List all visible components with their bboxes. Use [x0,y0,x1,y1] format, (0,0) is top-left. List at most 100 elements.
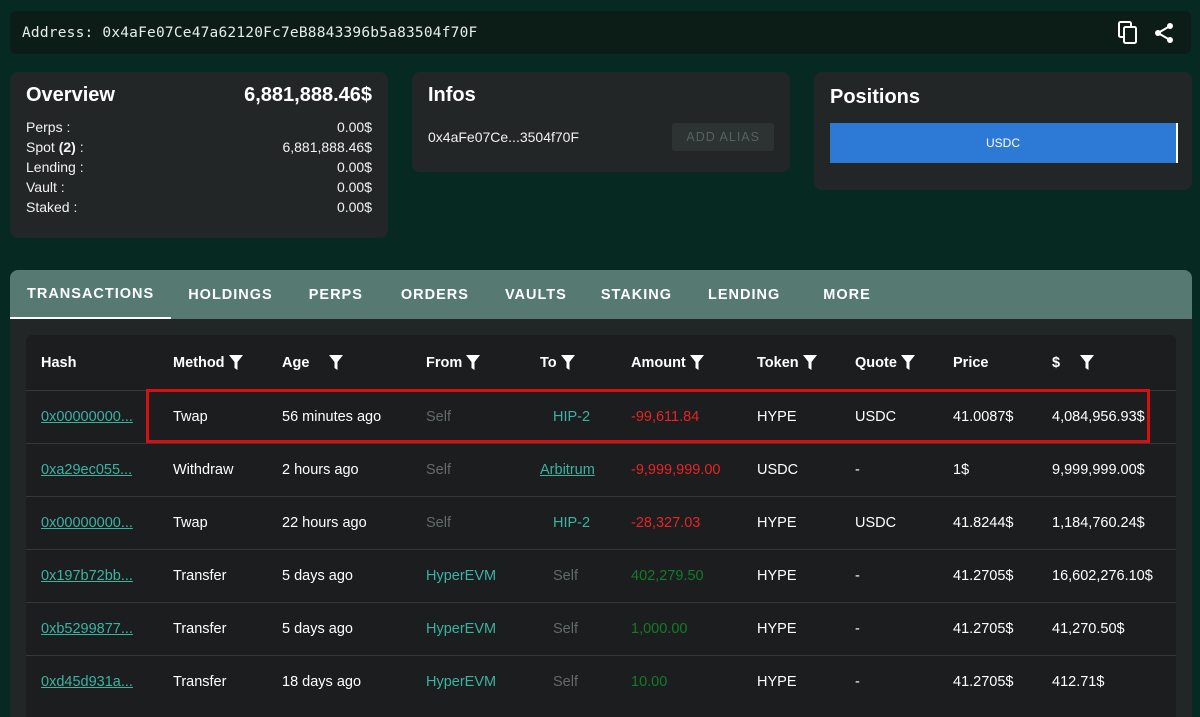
usd-value: 412.71$ [1052,674,1105,690]
cell-method: Transfer [173,656,226,708]
quote-value: - [855,462,860,478]
cell-price: 41.2705$ [953,656,1013,708]
column-header-label: Token [757,354,799,371]
from-value: Self [426,409,451,425]
tab-transactions[interactable]: TRANSACTIONS [10,270,172,319]
hash-link[interactable]: 0x00000000... [41,515,133,531]
column-header-label: Method [173,354,225,371]
overview-total: 6,881,888.46$ [244,84,372,106]
address-value: 0x4aFe07Ce47a62120Fc7eB8843396b5a83504f7… [102,24,478,41]
cell-amount: 402,279.50 [631,550,704,602]
copy-icon[interactable] [1115,20,1141,46]
amount-value: -99,611.84 [631,409,700,425]
hash-link[interactable]: 0xd45d931a... [41,674,133,690]
to-value: Self [553,621,578,637]
table-row[interactable]: 0xa29ec055... Withdraw 2 hours ago Self Arbi… [26,443,1176,496]
positions-bar-usdc[interactable]: USDC [830,123,1178,163]
overview-title: Overview [26,84,115,106]
overview-row: Spot (2) : 6,881,888.46$ [26,137,372,157]
table-row[interactable]: 0x00000000... Twap 22 hours ago Self HIP-2 -2… [26,496,1176,549]
token-value: HYPE [757,674,797,690]
tab-perps[interactable]: PERPS [290,270,382,319]
table-row[interactable]: 0x00000000... Twap 56 minutes ago Self HIP-2… [26,390,1176,443]
usd-value: 1,184,760.24$ [1052,515,1145,531]
column-header-label: Quote [855,354,897,371]
share-icon[interactable] [1151,20,1177,46]
amount-value: -28,327.03 [631,515,701,531]
method-value: Transfer [173,674,227,690]
overview-row: Staked : 0.00$ [26,197,372,217]
cell-usd: 9,999,999.00$ [1052,444,1145,496]
overview-row-value: 0.00$ [336,179,372,195]
tab-orders[interactable]: ORDERS [382,270,488,319]
column-header-amount: Amount [631,335,704,390]
hash-link[interactable]: 0x00000000... [41,409,133,425]
add-alias-button[interactable]: ADD ALIAS [672,123,774,151]
column-header-label: Price [953,354,989,371]
cell-age: 22 hours ago [282,497,367,549]
hash-link[interactable]: 0xa29ec055... [41,462,132,478]
to-value: HIP-2 [553,409,591,425]
filter-icon[interactable] [1076,354,1095,370]
cell-age: 56 minutes ago [282,391,381,443]
filter-icon[interactable] [225,354,243,370]
cell-quote: - [855,603,860,655]
age-value: 22 hours ago [282,515,367,531]
price-value: 41.8244$ [953,515,1014,531]
column-header-token: Token [757,335,817,390]
cell-to: HIP-2 [540,497,590,549]
token-value: HYPE [757,621,797,637]
to-value[interactable]: Arbitrum [540,462,595,478]
cell-method: Transfer [173,603,226,655]
tabs-panel: TRANSACTIONS HOLDINGS PERPS ORDERS VAULTS STA… [10,270,1192,717]
column-header-label: To [540,354,557,371]
tab-holdings[interactable]: HOLDINGS [171,270,290,319]
cell-to: Self [540,603,578,655]
hash-link[interactable]: 0x197b72bb... [41,568,133,584]
filter-icon[interactable] [799,354,817,370]
tab-more[interactable]: MORE [799,270,895,319]
cell-from: Self [426,391,451,443]
cell-age: 5 days ago [282,603,353,655]
filter-icon[interactable] [686,354,704,370]
column-header-price: Price [953,335,988,390]
infos-card: Infos 0x4aFe07Ce...3504f70F ADD ALIAS [412,72,790,172]
filter-icon[interactable] [897,354,915,370]
overview-row-value: 0.00$ [336,159,372,175]
cell-price: 1$ [953,444,969,496]
cell-price: 41.2705$ [953,603,1013,655]
method-value: Transfer [173,621,227,637]
hash-link[interactable]: 0xb5299877... [41,621,133,637]
tab-staking[interactable]: STAKING [584,270,689,319]
filter-icon[interactable] [325,354,344,370]
filter-icon[interactable] [557,354,575,370]
column-header-from: From [426,335,481,390]
tab-vaults[interactable]: VAULTS [488,270,584,319]
address-display: Address: 0x4aFe07Ce47a62120Fc7eB8843396b… [22,25,477,41]
column-header-to: To [540,335,575,390]
overview-row-label: Spot (2) : [26,139,84,155]
table-row[interactable]: 0x197b72bb... Transfer 5 days ago HyperEVM S… [26,549,1176,602]
method-value: Withdraw [173,462,234,478]
cell-hash: 0xa29ec055... [41,444,132,496]
overview-row: Perps : 0.00$ [26,117,372,137]
to-value: HIP-2 [553,515,591,531]
table-row[interactable]: 0xb5299877... Transfer 5 days ago HyperEVM S… [26,602,1176,655]
cell-hash: 0x00000000... [41,391,133,443]
cell-from: Self [426,444,451,496]
cell-token: USDC [757,444,798,496]
column-header-label: $ [1052,354,1061,371]
overview-row-label: Staked : [26,199,78,215]
table-row[interactable]: 0xd45d931a... Transfer 18 days ago HyperEVM… [26,655,1176,708]
age-value: 5 days ago [282,568,353,584]
overview-card: Overview 6,881,888.46$ Perps : 0.00$ Spot … [10,72,388,238]
cell-usd: 16,602,276.10$ [1052,550,1153,602]
cell-price: 41.8244$ [953,497,1013,549]
tab-lending[interactable]: LENDING [689,270,799,319]
positions-card: Positions USDC [814,72,1192,190]
cell-usd: 412.71$ [1052,656,1104,708]
quote-value: - [855,621,860,637]
cell-method: Twap [173,497,208,549]
quote-value: USDC [855,515,897,531]
filter-icon[interactable] [462,354,481,370]
